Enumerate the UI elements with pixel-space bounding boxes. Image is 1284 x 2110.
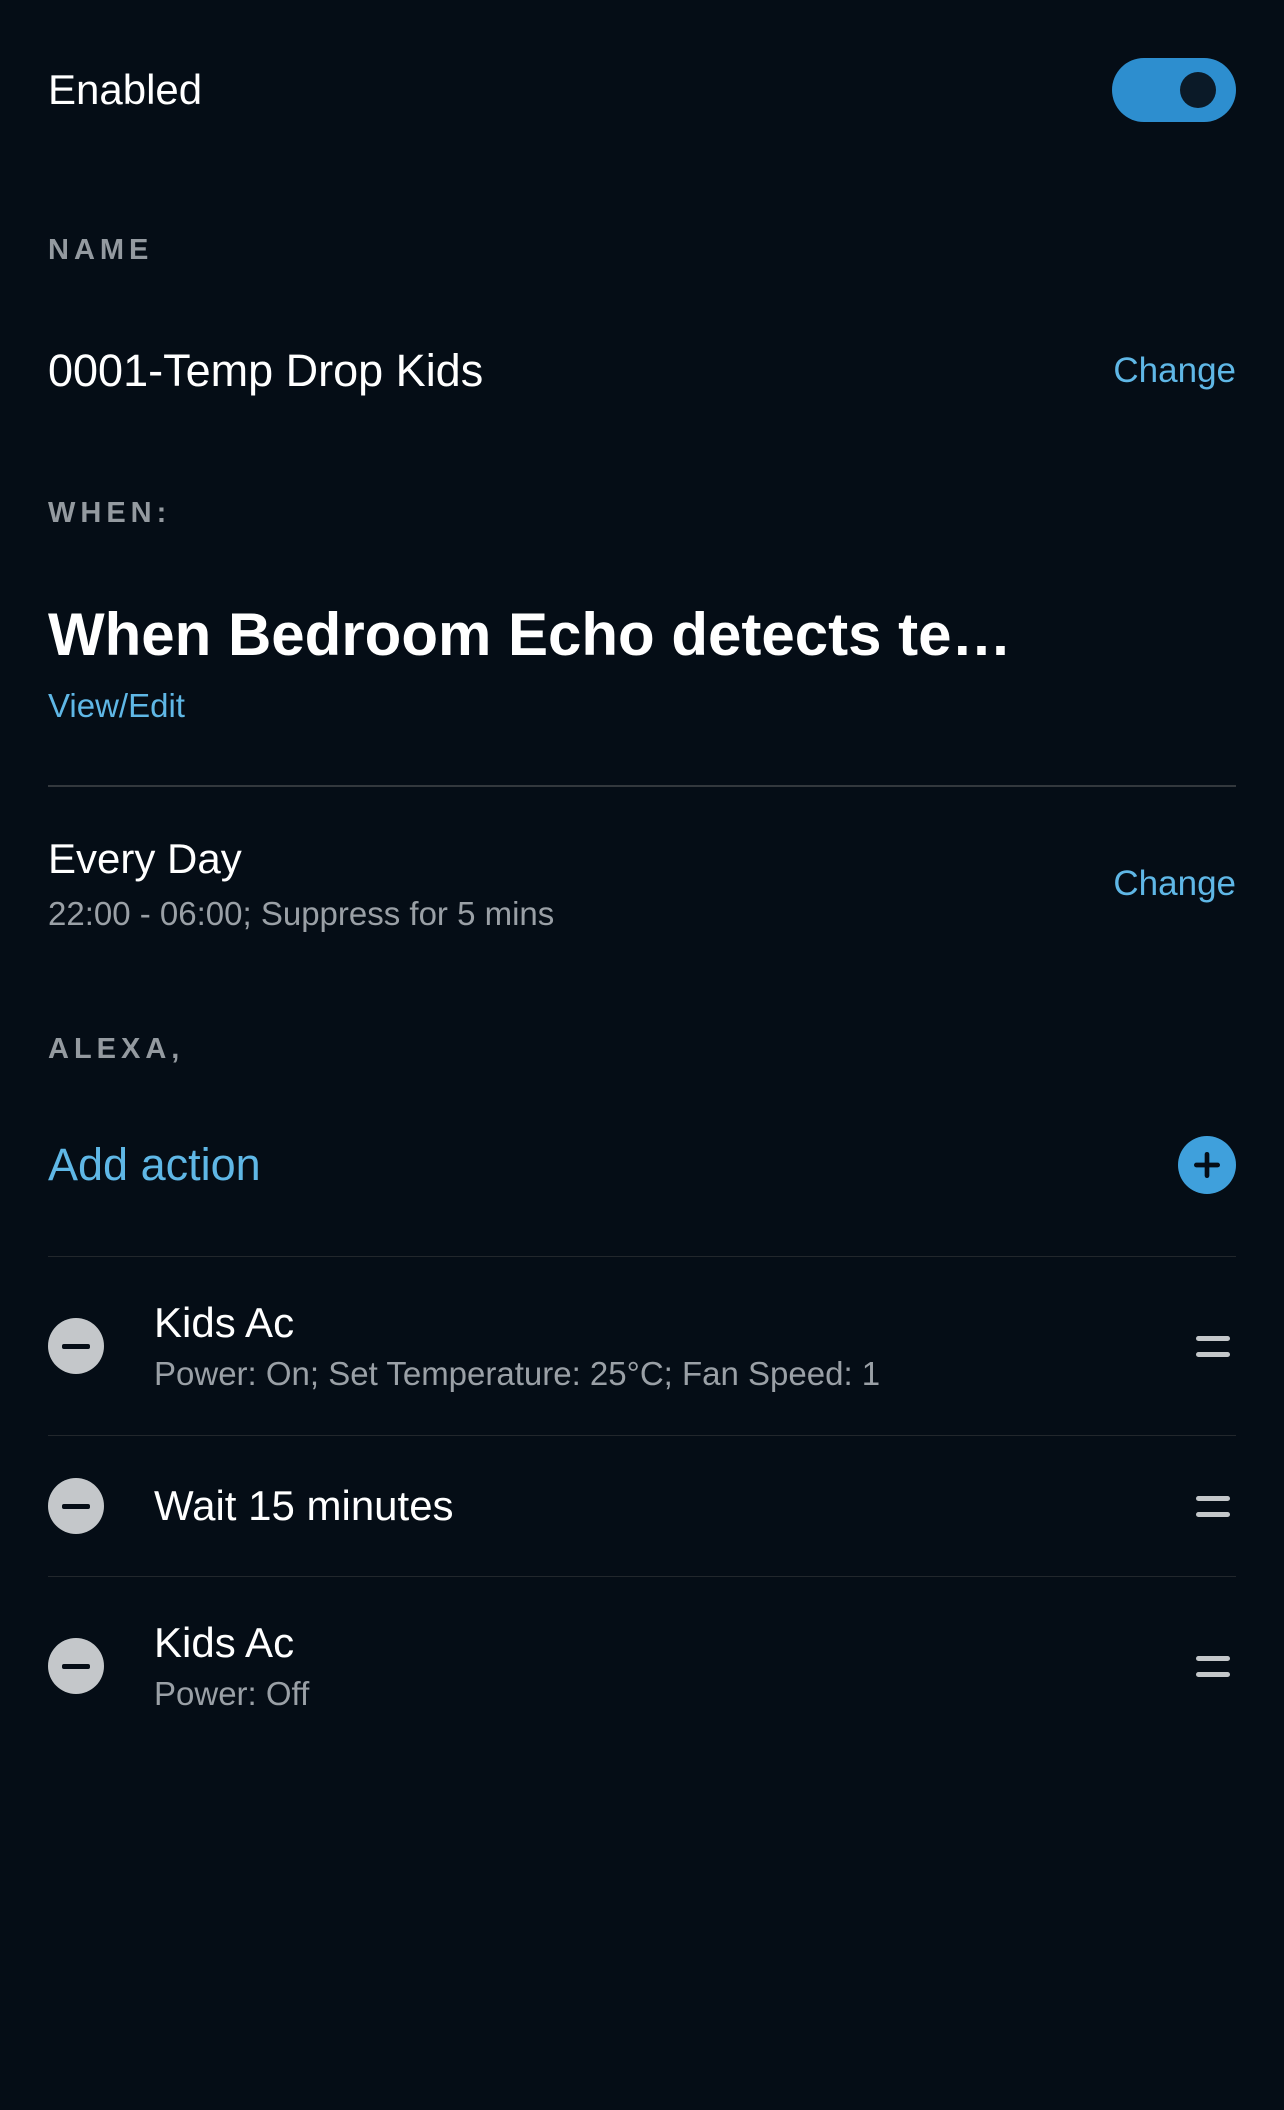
action-title: Kids Ac (154, 1619, 1146, 1667)
action-title: Kids Ac (154, 1299, 1146, 1347)
action-detail: Power: Off (154, 1675, 1146, 1713)
change-schedule-link[interactable]: Change (1113, 864, 1236, 904)
remove-action-icon[interactable] (48, 1638, 104, 1694)
drag-handle-icon[interactable] (1196, 1656, 1236, 1677)
schedule-title: Every Day (48, 835, 554, 883)
drag-handle-icon[interactable] (1196, 1336, 1236, 1357)
change-name-link[interactable]: Change (1113, 351, 1236, 391)
action-item[interactable]: Kids Ac Power: Off (48, 1577, 1236, 1755)
add-action-label: Add action (48, 1139, 261, 1191)
drag-handle-icon[interactable] (1196, 1496, 1236, 1517)
enabled-toggle[interactable] (1112, 58, 1236, 122)
remove-action-icon[interactable] (48, 1318, 104, 1374)
section-header-alexa: ALEXA, (48, 1033, 1236, 1066)
plus-icon[interactable] (1178, 1136, 1236, 1194)
add-action-row[interactable]: Add action (48, 1136, 1236, 1256)
view-edit-link[interactable]: View/Edit (48, 687, 1236, 725)
action-title: Wait 15 minutes (154, 1482, 1146, 1530)
enabled-label: Enabled (48, 66, 202, 114)
routine-name: 0001-Temp Drop Kids (48, 345, 483, 397)
remove-action-icon[interactable] (48, 1478, 104, 1534)
schedule-detail: 22:00 - 06:00; Suppress for 5 mins (48, 895, 554, 933)
trigger-title: When Bedroom Echo detects te… (48, 600, 1048, 669)
toggle-knob (1180, 72, 1216, 108)
section-header-when: WHEN: (48, 497, 1236, 530)
action-item[interactable]: Wait 15 minutes (48, 1436, 1236, 1576)
action-detail: Power: On; Set Temperature: 25°C; Fan Sp… (154, 1355, 1146, 1393)
divider (48, 785, 1236, 787)
action-item[interactable]: Kids Ac Power: On; Set Temperature: 25°C… (48, 1257, 1236, 1435)
section-header-name: NAME (48, 234, 1236, 267)
